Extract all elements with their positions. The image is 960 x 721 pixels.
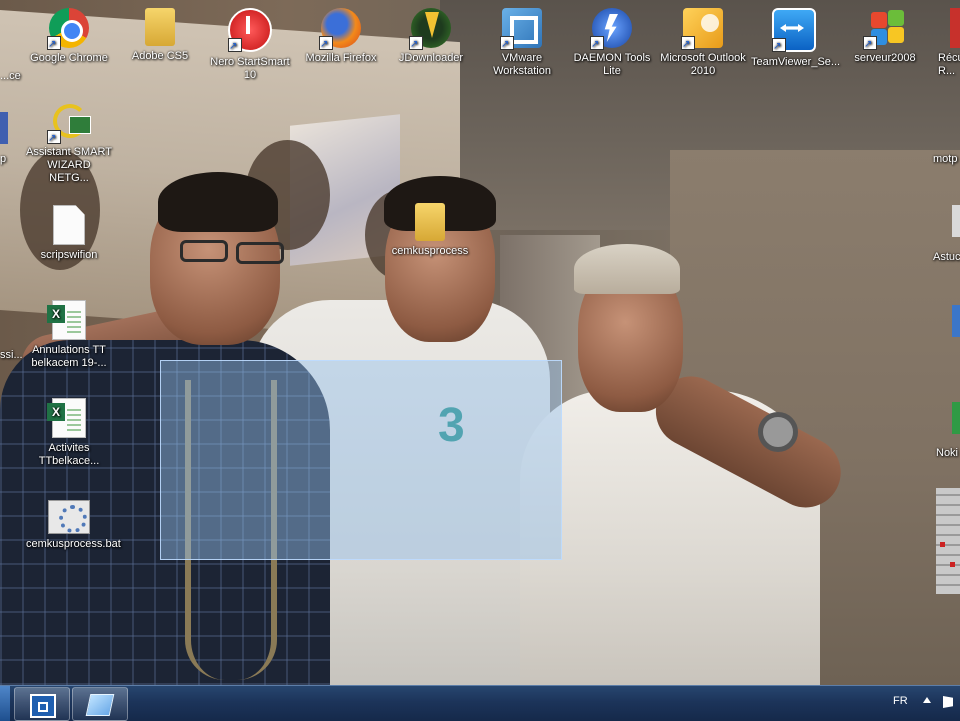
action-center-flag-icon[interactable] <box>943 696 953 708</box>
chrome-icon <box>47 8 89 51</box>
teamviewer-icon <box>772 8 816 53</box>
desktop-icon-smart-wizard[interactable]: Assistant SMART WIZARD NETG... <box>26 102 112 185</box>
partial-icon[interactable] <box>0 112 8 144</box>
desktop-wallpaper: 3 <box>0 0 960 685</box>
icon-label: Mozilla Firefox <box>305 52 377 64</box>
nero-power-icon <box>228 8 272 53</box>
taskbar-screen-button[interactable] <box>72 687 128 721</box>
wallpaper-glasses <box>236 242 284 264</box>
folder-icon <box>145 8 175 46</box>
taskbar-remote-desktop-button[interactable] <box>14 687 70 721</box>
desktop-icon-google-chrome[interactable]: Google Chrome <box>26 8 112 65</box>
edge-label[interactable]: p <box>0 153 6 165</box>
desktop-icon-outlook-2010[interactable]: Microsoft Outlook 2010 <box>660 8 746 78</box>
desktop-icon-adobe-cs5[interactable]: Adobe CS5 <box>117 8 203 63</box>
desktop-icon-mozilla-firefox[interactable]: Mozilla Firefox <box>298 8 384 65</box>
taskbar: FR <box>0 685 960 721</box>
desktop-icon-scripswifion[interactable]: scripswifion <box>26 205 112 262</box>
smart-wizard-icon <box>47 102 91 145</box>
partial-icon[interactable] <box>952 305 960 337</box>
icon-label: Annulations TT belkacem 19-... <box>31 344 107 369</box>
daemon-lightning-icon <box>590 8 632 51</box>
desktop-icon-teamviewer[interactable]: TeamViewer_Se... <box>751 8 841 69</box>
icon-label: cemkusprocess <box>391 245 469 257</box>
start-button[interactable] <box>0 686 10 721</box>
icon-label: Microsoft Outlook 2010 <box>660 52 746 77</box>
wallpaper-glasses <box>180 240 228 262</box>
icon-label: Nero StartSmart 10 <box>210 56 290 81</box>
wallpaper-watch <box>758 412 798 452</box>
desktop-icon-annulations[interactable]: X Annulations TT belkacem 19-... <box>26 300 112 370</box>
desktop-icon-recu-partial[interactable]: Récu R... <box>928 8 960 78</box>
edge-label[interactable]: Astuc <box>933 251 960 263</box>
remote-desktop-icon <box>30 694 56 718</box>
icon-label: Google Chrome <box>30 52 108 64</box>
windows-flag-icon <box>863 8 905 51</box>
icon-label: serveur2008 <box>854 52 916 64</box>
edge-label[interactable]: ssi... <box>0 349 23 361</box>
show-hidden-icons-arrow-icon[interactable] <box>923 697 931 703</box>
language-indicator[interactable]: FR <box>893 695 908 707</box>
desktop-icon-activites[interactable]: X Activites TTbelkace... <box>26 398 112 468</box>
outlook-icon <box>681 8 723 51</box>
desktop-icon-serveur2008[interactable]: serveur2008 <box>842 8 928 65</box>
icon-label: Assistant SMART WIZARD NETG... <box>26 146 112 184</box>
partial-icon[interactable] <box>952 205 960 237</box>
batch-file-gear-icon <box>48 500 90 534</box>
excel-icon: X <box>47 300 86 340</box>
icon-label: VMware Workstation <box>493 52 551 77</box>
firefox-icon <box>319 8 361 51</box>
icon-label: TeamViewer_Se... <box>751 56 841 68</box>
calendar-gadget[interactable] <box>936 488 960 594</box>
drag-selection-rectangle <box>160 360 562 560</box>
icon-label: scripswifion <box>40 249 98 261</box>
icon-label: cemkusprocess.bat <box>26 538 121 550</box>
icon-label: Activites TTbelkace... <box>38 442 100 467</box>
edge-label[interactable]: motp <box>933 153 957 165</box>
desktop-icon-jdownloader[interactable]: JDownloader <box>388 8 474 65</box>
wallpaper-cap <box>574 244 680 294</box>
edge-label[interactable]: ...ce <box>0 70 21 82</box>
edge-label[interactable]: Noki <box>936 447 958 459</box>
app-icon <box>950 8 960 48</box>
document-icon <box>53 205 85 245</box>
screen-icon <box>85 694 115 716</box>
partial-icon[interactable] <box>952 402 960 434</box>
wallpaper-hair <box>158 172 278 232</box>
icon-label: DAEMON Tools Lite <box>573 52 651 77</box>
desktop-icon-daemon-tools[interactable]: DAEMON Tools Lite <box>569 8 655 78</box>
excel-icon: X <box>47 398 86 438</box>
desktop-icon-cemkusprocess-folder[interactable]: cemkusprocess <box>387 203 473 258</box>
desktop-icon-nero-startsmart[interactable]: Nero StartSmart 10 <box>207 8 293 82</box>
desktop-icon-cemkusprocess-bat[interactable]: cemkusprocess.bat <box>26 500 121 551</box>
icon-label: JDownloader <box>398 52 464 64</box>
jdownloader-icon <box>409 8 451 51</box>
icon-label: Récu R... <box>938 52 960 77</box>
desktop-icon-vmware-workstation[interactable]: VMware Workstation <box>479 8 565 78</box>
icon-label: Adobe CS5 <box>131 50 189 62</box>
vmware-icon <box>500 8 542 51</box>
folder-icon <box>415 203 445 241</box>
